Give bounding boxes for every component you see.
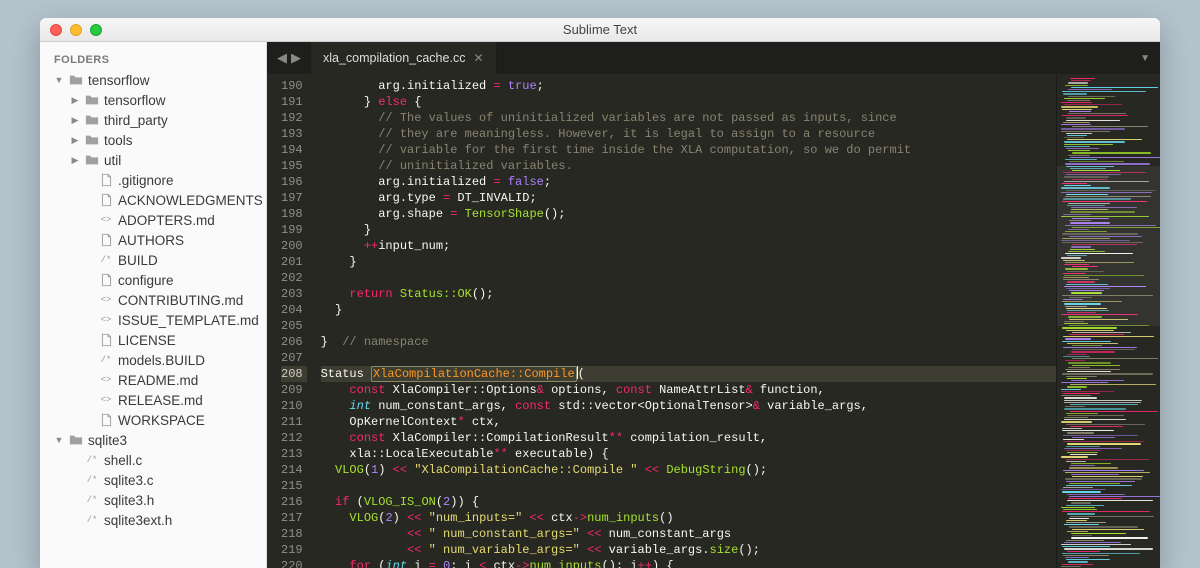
file-item[interactable]: /* sqlite3ext.h	[40, 510, 266, 530]
tree-item-label: sqlite3.c	[104, 473, 154, 488]
tree-item-label: ISSUE_TEMPLATE.md	[118, 313, 259, 328]
folder-icon	[69, 73, 83, 87]
tree-item-label: LICENSE	[118, 333, 176, 348]
tree-item-label: RELEASE.md	[118, 393, 203, 408]
file-type-icon: <>	[99, 215, 113, 225]
folder-icon	[85, 133, 99, 147]
window-title: Sublime Text	[40, 22, 1160, 37]
line-gutter: 1901911921931941951961971981992002012022…	[267, 74, 313, 568]
disclosure-icon[interactable]: ▶	[70, 95, 80, 106]
file-item[interactable]: /* models.BUILD	[40, 350, 266, 370]
tree-item-label: util	[104, 153, 121, 168]
folder-item[interactable]: ▼ sqlite3	[40, 430, 266, 450]
app-window: Sublime Text FOLDERS ▼ tensorflow ▶ tensorf…	[40, 18, 1160, 568]
folder-icon	[85, 93, 99, 107]
folder-icon	[85, 153, 99, 167]
file-item[interactable]: <> RELEASE.md	[40, 390, 266, 410]
nav-back-icon[interactable]: ◀	[277, 50, 287, 66]
file-item[interactable]: <> ISSUE_TEMPLATE.md	[40, 310, 266, 330]
folder-tree: ▼ tensorflow ▶ tensorflow ▶ third_party ▶ tools…	[40, 70, 266, 530]
file-item[interactable]: configure	[40, 270, 266, 290]
file-type-icon: <>	[99, 315, 113, 325]
file-item[interactable]: /* BUILD	[40, 250, 266, 270]
nav-forward-icon[interactable]: ▶	[291, 50, 301, 66]
sidebar-heading: FOLDERS	[40, 50, 266, 70]
file-item[interactable]: <> ADOPTERS.md	[40, 210, 266, 230]
file-item[interactable]: WORKSPACE	[40, 410, 266, 430]
tree-item-label: sqlite3	[88, 433, 127, 448]
tree-item-label: configure	[118, 273, 174, 288]
file-icon	[99, 413, 113, 427]
file-icon	[99, 173, 113, 187]
tree-item-label: models.BUILD	[118, 353, 205, 368]
file-item[interactable]: /* sqlite3.c	[40, 470, 266, 490]
disclosure-icon[interactable]: ▶	[70, 135, 80, 146]
file-item[interactable]: .gitignore	[40, 170, 266, 190]
file-type-icon: /*	[85, 495, 99, 505]
file-item[interactable]: <> README.md	[40, 370, 266, 390]
tree-item-label: README.md	[118, 373, 198, 388]
folder-item[interactable]: ▶ third_party	[40, 110, 266, 130]
folder-item[interactable]: ▶ tools	[40, 130, 266, 150]
code-text[interactable]: arg.initialized = true; } else { // The …	[313, 74, 1056, 568]
tree-item-label: tensorflow	[104, 93, 166, 108]
folder-item[interactable]: ▶ tensorflow	[40, 90, 266, 110]
file-icon	[99, 273, 113, 287]
folder-item[interactable]: ▶ util	[40, 150, 266, 170]
tree-item-label: tensorflow	[88, 73, 150, 88]
tab-bar: ◀ ▶ xla_compilation_cache.cc ✕ ▼	[267, 42, 1160, 74]
file-item[interactable]: LICENSE	[40, 330, 266, 350]
file-type-icon: /*	[85, 515, 99, 525]
folder-item[interactable]: ▼ tensorflow	[40, 70, 266, 90]
folder-icon	[69, 433, 83, 447]
file-item[interactable]: /* sqlite3.h	[40, 490, 266, 510]
tree-item-label: third_party	[104, 113, 168, 128]
file-icon	[99, 233, 113, 247]
file-icon	[99, 193, 113, 207]
tree-item-label: .gitignore	[118, 173, 174, 188]
file-icon	[99, 333, 113, 347]
tab-label: xla_compilation_cache.cc	[323, 51, 465, 65]
tree-item-label: WORKSPACE	[118, 413, 205, 428]
file-type-icon: <>	[99, 395, 113, 405]
folder-icon	[85, 113, 99, 127]
file-type-icon: /*	[99, 355, 113, 365]
file-type-icon: <>	[99, 375, 113, 385]
tree-item-label: CONTRIBUTING.md	[118, 293, 243, 308]
minimap[interactable]	[1056, 74, 1160, 568]
sidebar: FOLDERS ▼ tensorflow ▶ tensorflow ▶ third_par…	[40, 42, 267, 568]
file-type-icon: /*	[85, 475, 99, 485]
tree-item-label: sqlite3.h	[104, 493, 154, 508]
file-item[interactable]: <> CONTRIBUTING.md	[40, 290, 266, 310]
tree-item-label: ADOPTERS.md	[118, 213, 215, 228]
disclosure-icon[interactable]: ▶	[70, 155, 80, 166]
nav-arrows: ◀ ▶	[267, 50, 311, 66]
tree-item-label: ACKNOWLEDGMENTS	[118, 193, 263, 208]
tree-item-label: sqlite3ext.h	[104, 513, 172, 528]
tab-close-icon[interactable]: ✕	[473, 51, 483, 65]
editor-pane: ◀ ▶ xla_compilation_cache.cc ✕ ▼ 1901911…	[267, 42, 1160, 568]
disclosure-icon[interactable]: ▼	[54, 75, 64, 85]
tree-item-label: AUTHORS	[118, 233, 184, 248]
code-area: 1901911921931941951961971981992002012022…	[267, 74, 1160, 568]
content-area: FOLDERS ▼ tensorflow ▶ tensorflow ▶ third_par…	[40, 42, 1160, 568]
file-item[interactable]: /* shell.c	[40, 450, 266, 470]
titlebar[interactable]: Sublime Text	[40, 18, 1160, 42]
minimap-viewport[interactable]	[1057, 166, 1160, 326]
disclosure-icon[interactable]: ▶	[70, 115, 80, 126]
file-type-icon: <>	[99, 295, 113, 305]
file-item[interactable]: AUTHORS	[40, 230, 266, 250]
file-type-icon: /*	[99, 255, 113, 265]
tab-overflow-icon[interactable]: ▼	[1130, 53, 1160, 64]
file-item[interactable]: ACKNOWLEDGMENTS	[40, 190, 266, 210]
tree-item-label: shell.c	[104, 453, 142, 468]
tab-active[interactable]: xla_compilation_cache.cc ✕	[311, 42, 497, 74]
file-type-icon: /*	[85, 455, 99, 465]
disclosure-icon[interactable]: ▼	[54, 435, 64, 445]
tree-item-label: tools	[104, 133, 133, 148]
tree-item-label: BUILD	[118, 253, 158, 268]
